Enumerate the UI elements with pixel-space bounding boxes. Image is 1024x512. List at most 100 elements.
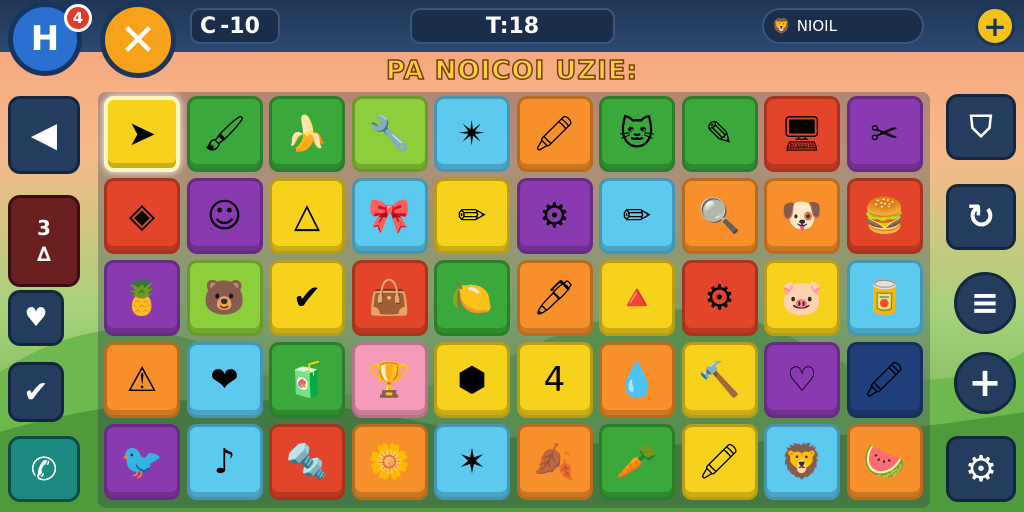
tile[interactable]: 🔨 (681, 342, 758, 418)
screw-icon: 🔩 (285, 442, 329, 482)
score-display: C -10 (190, 8, 280, 44)
heart-button[interactable]: ♥ (8, 290, 64, 346)
warning-icon: ⚠ (126, 360, 158, 400)
magnifier-icon: 🔍 (698, 196, 741, 236)
tile[interactable]: 🔍 (681, 178, 758, 254)
crayon-icon: 🖍 (532, 114, 577, 154)
crayon-icon: 🖍 (697, 442, 742, 482)
tile[interactable]: ➤ (104, 96, 180, 172)
lemon-icon: 🍋 (450, 278, 494, 318)
close-icon: ✕ (119, 14, 157, 66)
cup-button[interactable]: ⛉ (946, 94, 1016, 160)
tile[interactable]: ⚠ (104, 342, 180, 418)
tile[interactable]: 🖍 (846, 342, 923, 418)
melon-icon: 🍉 (863, 442, 906, 482)
tile[interactable]: 🖊 (516, 260, 593, 336)
menu-button[interactable]: ≡ (954, 272, 1016, 334)
tile[interactable]: 🥕 (599, 424, 675, 500)
score-value: -10 (220, 13, 260, 39)
level-symbol: ∆ (37, 242, 51, 266)
tile[interactable]: ✏ (599, 178, 675, 254)
tile[interactable]: 4 (516, 342, 593, 418)
tile[interactable]: 🧃 (269, 342, 345, 418)
hexagon-icon: ⬢ (457, 360, 487, 400)
coin-icon: C (200, 13, 217, 39)
tile[interactable]: 🖍 (516, 96, 593, 172)
tile[interactable]: ✏ (434, 178, 510, 254)
carrot-icon: 🥕 (615, 442, 659, 482)
tile[interactable]: 🍂 (516, 424, 593, 500)
tile[interactable]: 🦁 (764, 424, 840, 500)
tile[interactable]: ⬢ (434, 342, 510, 418)
puzzle-title: PA NOICOI UZIE: (385, 55, 639, 87)
lion-avatar-icon: 🦁 (772, 17, 791, 35)
tile-board: ➤ 🖌 🍌 🔧 ✴ 🖍 🐱 ✎ 🖥 ✂ ◈ ☺ △ 🎀 ✏ ⚙ ✏ 🔍 🐶 🍔 🍍 🐻 ✔ 👜 🍋 🖊 🔺 ⚙ 🐷 🥫 ⚠ ❤ 🧃 🏆 ⬢ 4 💧 🔨 ♡ 🖍… (98, 92, 930, 508)
phone-button[interactable]: ✆ (8, 436, 80, 502)
tile[interactable]: 🐶 (764, 178, 840, 254)
tile[interactable]: 🔺 (599, 260, 675, 336)
timer-text: T:18 (485, 13, 540, 39)
check-button[interactable]: ✔ (8, 362, 64, 422)
tile[interactable]: ✂ (846, 96, 923, 172)
tile[interactable]: ◈ (104, 178, 180, 254)
player-profile[interactable]: 🦁 NIOIL (762, 8, 924, 44)
level-indicator: 3 ∆ (8, 195, 80, 287)
pen-icon: ✎ (705, 114, 734, 154)
refresh-icon: ↻ (966, 197, 996, 237)
bird-icon: 🐦 (120, 442, 164, 482)
tile[interactable]: ✴ (434, 96, 510, 172)
timer-display: T:18 (410, 8, 615, 44)
tile[interactable]: ☺ (186, 178, 263, 254)
tile[interactable]: 🐻 (186, 260, 263, 336)
tile[interactable]: 🖍 (681, 424, 758, 500)
tile[interactable]: ✎ (681, 96, 758, 172)
check-icon: ✔ (23, 374, 49, 410)
crystal-icon: 🔺 (615, 278, 659, 318)
tile[interactable]: 🏆 (351, 342, 428, 418)
sign-icon: ◈ (128, 196, 156, 236)
add-button[interactable]: + (954, 352, 1016, 414)
tile[interactable]: ⚙ (516, 178, 593, 254)
arrow-icon: ➤ (127, 114, 157, 154)
tile[interactable]: 🍋 (434, 260, 510, 336)
tile[interactable]: ♪ (186, 424, 263, 500)
tile[interactable]: 🥫 (846, 260, 923, 336)
scissors-icon: ✂ (870, 114, 899, 154)
close-button[interactable]: ✕ (100, 2, 176, 78)
tile[interactable]: ⚙ (681, 260, 758, 336)
gear-icon: ⚙ (539, 196, 570, 236)
tile[interactable]: 🖌 (186, 96, 263, 172)
tile[interactable]: ❤ (186, 342, 263, 418)
crayon-icon: 🖍 (862, 360, 907, 400)
tile[interactable]: 🔧 (351, 96, 428, 172)
tile[interactable]: 🌼 (351, 424, 428, 500)
tile[interactable]: 🔩 (269, 424, 345, 500)
cog-icon: ⚙ (704, 278, 735, 318)
plus-icon: + (968, 360, 1002, 406)
settings-icon: ⚙ (964, 448, 998, 490)
tile[interactable]: ✶ (434, 424, 510, 500)
back-button[interactable]: ◀ (8, 96, 80, 174)
tile[interactable]: 🍉 (846, 424, 923, 500)
tile[interactable]: 🎀 (351, 178, 428, 254)
tile[interactable]: 🐱 (599, 96, 675, 172)
tile[interactable]: ♡ (764, 342, 840, 418)
star-icon: ✴ (457, 114, 487, 154)
lion-icon: 🦁 (780, 442, 824, 482)
tile[interactable]: 💧 (599, 342, 675, 418)
tile[interactable]: 👜 (351, 260, 428, 336)
tile[interactable]: 🍍 (104, 260, 180, 336)
juice-box-icon: 🧃 (285, 360, 329, 400)
jar-icon: 🥫 (863, 278, 906, 318)
tile[interactable]: 🍔 (846, 178, 923, 254)
refresh-button[interactable]: ↻ (946, 184, 1016, 250)
tile[interactable]: 🍌 (269, 96, 345, 172)
burger-icon: 🍔 (863, 196, 906, 236)
tile[interactable]: 🐷 (764, 260, 840, 336)
tile[interactable]: 🖥 (764, 96, 840, 172)
tile[interactable]: △ (269, 178, 345, 254)
tile[interactable]: 🐦 (104, 424, 180, 500)
add-currency-button[interactable]: + (975, 6, 1015, 46)
settings-button[interactable]: ⚙ (946, 436, 1016, 502)
tile[interactable]: ✔ (269, 260, 345, 336)
